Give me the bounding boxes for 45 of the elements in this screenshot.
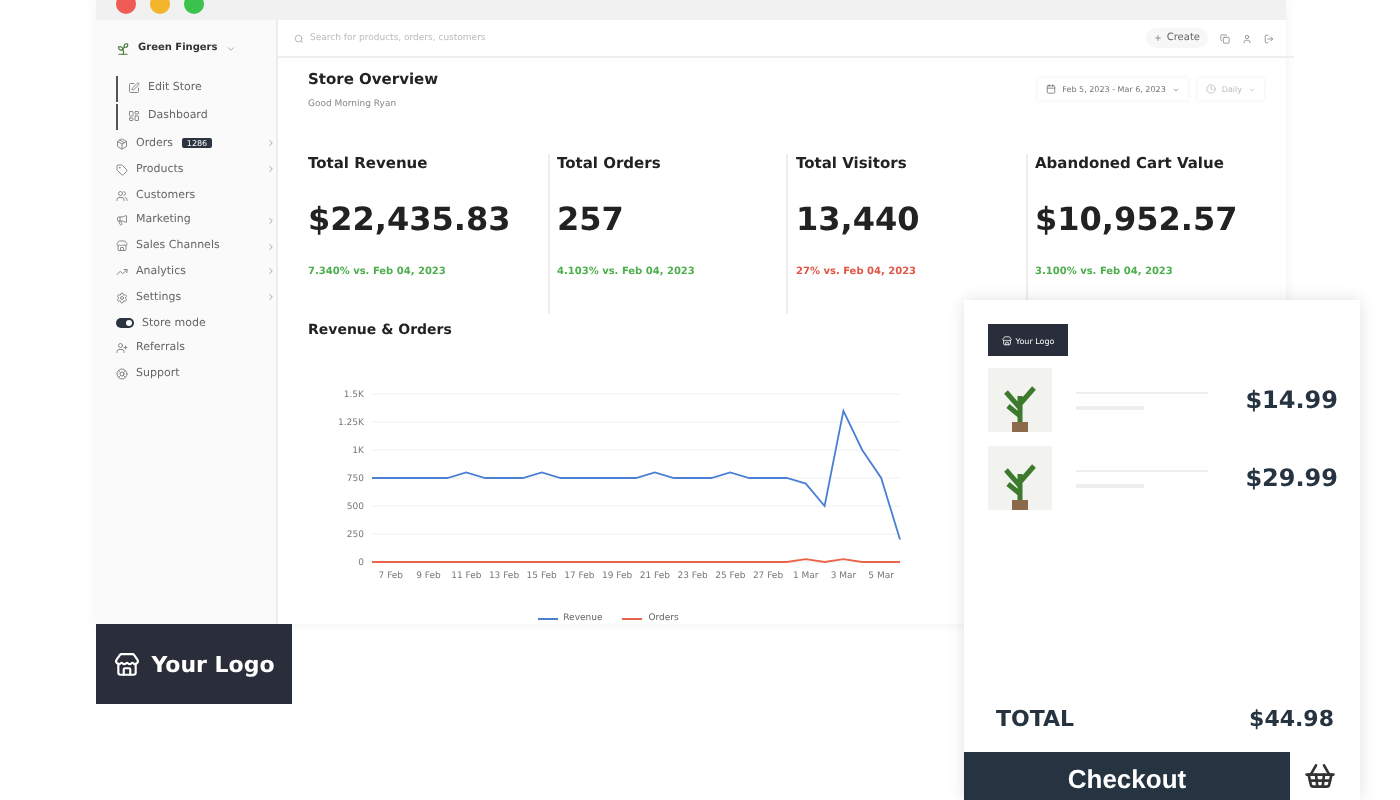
plant-photo-placeholder: [988, 446, 1052, 510]
chevron-right-icon[interactable]: [266, 241, 276, 252]
menu-item-icon: [116, 368, 128, 381]
menu-item-icon: [116, 342, 128, 355]
maximize-icon[interactable]: [184, 0, 204, 14]
stat-value: $10,952.57: [1035, 200, 1240, 238]
copy-icon[interactable]: [1220, 33, 1230, 43]
menu-item-icon: [116, 163, 128, 176]
toggle-switch[interactable]: [116, 318, 134, 329]
stat-value: 257: [557, 200, 626, 238]
calendar-icon: [1046, 84, 1057, 94]
close-icon[interactable]: [116, 0, 136, 14]
chevron-right-icon[interactable]: [266, 292, 276, 303]
stat-value: 13,440: [796, 200, 922, 238]
menu-item-icon: [116, 265, 128, 278]
menu-item-icon: [128, 110, 140, 123]
checkout-button[interactable]: Checkout: [964, 752, 1290, 800]
plus-icon: [1154, 34, 1163, 42]
logo-text: Your Logo: [151, 651, 275, 677]
logout-icon[interactable]: [1264, 33, 1274, 43]
chevron-right-icon[interactable]: [266, 215, 276, 226]
menu-item-icon: [116, 214, 128, 227]
menu-item-icon: [128, 82, 140, 95]
store-icon: [1001, 335, 1012, 345]
menu-item-icon: [116, 189, 128, 202]
item-price: $29.99: [1245, 464, 1338, 492]
store-icon: [113, 651, 140, 677]
item-price: $14.99: [1245, 386, 1338, 414]
clock-icon: [1205, 84, 1216, 94]
plant-icon: [116, 41, 130, 55]
menu-item-icon: [116, 240, 128, 253]
menu-item-icon: [116, 137, 128, 150]
menu-item-icon: [116, 291, 128, 304]
chevron-right-icon[interactable]: [266, 266, 276, 277]
total-label: TOTAL: [996, 706, 1075, 732]
user-icon[interactable]: [1242, 33, 1252, 43]
basket-icon[interactable]: [1304, 760, 1336, 792]
minimize-icon[interactable]: [150, 0, 170, 14]
search-icon: [294, 33, 304, 43]
chevron-right-icon[interactable]: [266, 164, 276, 175]
stat-value: $22,435.83: [308, 200, 513, 238]
plant-photo-placeholder: [988, 368, 1052, 432]
chevron-down-icon[interactable]: [225, 43, 236, 53]
total-price: $44.98: [1249, 706, 1334, 732]
chevron-right-icon[interactable]: [266, 138, 276, 149]
